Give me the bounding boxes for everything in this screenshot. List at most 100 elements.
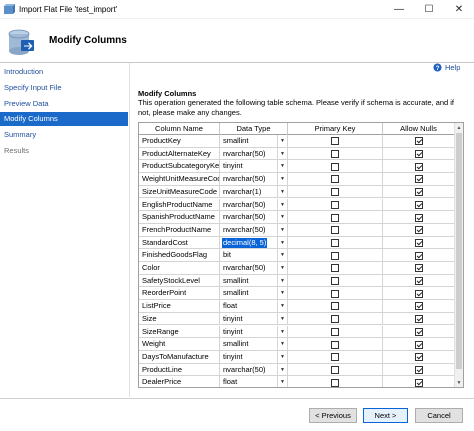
column-name-cell[interactable]: StandardCost <box>139 236 220 250</box>
chevron-down-icon[interactable]: ▼ <box>278 147 288 161</box>
column-name-cell[interactable]: WeightUnitMeasureCode <box>139 173 220 186</box>
data-type-value[interactable]: nvarchar(50) <box>222 225 267 235</box>
data-type-cell[interactable]: decimal(8, 5) <box>220 236 278 250</box>
data-type-cell[interactable]: float <box>220 300 278 313</box>
primary-key-checkbox[interactable] <box>331 289 339 298</box>
data-type-value[interactable]: nvarchar(50) <box>222 149 267 159</box>
data-type-cell[interactable]: smallint <box>220 287 278 301</box>
primary-key-checkbox[interactable] <box>331 378 339 387</box>
allow-nulls-checkbox[interactable] <box>414 353 423 362</box>
column-name-cell[interactable]: ReorderPoint <box>139 287 220 301</box>
allow-nulls-checkbox[interactable] <box>414 226 423 235</box>
data-type-cell[interactable]: nvarchar(50) <box>220 211 278 224</box>
allow-nulls-checkbox[interactable] <box>414 238 423 247</box>
primary-key-checkbox[interactable] <box>331 137 339 146</box>
column-name-cell[interactable]: ProductLine <box>139 363 220 377</box>
data-type-value[interactable]: float <box>222 377 238 387</box>
primary-key-checkbox[interactable] <box>331 251 339 260</box>
data-type-value[interactable]: bit <box>222 250 232 260</box>
data-type-cell[interactable]: nvarchar(50) <box>220 223 278 237</box>
column-name-cell[interactable]: ProductSubcategoryKey <box>139 160 220 174</box>
table-row[interactable]: FrenchProductName nvarchar(50) ▼ <box>139 223 455 237</box>
chevron-down-icon[interactable]: ▼ <box>278 223 288 237</box>
data-type-cell[interactable]: tinyint <box>220 160 278 174</box>
allow-nulls-checkbox[interactable] <box>414 213 423 222</box>
data-type-value[interactable]: nvarchar(50) <box>222 174 267 184</box>
table-row[interactable]: SpanishProductName nvarchar(50) ▼ <box>139 211 455 224</box>
chevron-down-icon[interactable]: ▼ <box>278 376 288 387</box>
allow-nulls-checkbox[interactable] <box>414 340 423 349</box>
table-row[interactable]: SafetyStockLevel smallint ▼ <box>139 274 455 288</box>
scroll-down-arrow[interactable]: ▼ <box>455 378 463 387</box>
data-type-cell[interactable]: smallint <box>220 338 278 351</box>
data-type-value[interactable]: float <box>222 301 238 311</box>
data-type-value[interactable]: smallint <box>222 136 249 146</box>
table-row[interactable]: ReorderPoint smallint ▼ <box>139 287 455 301</box>
column-name-cell[interactable]: SpanishProductName <box>139 211 220 224</box>
data-type-value[interactable]: smallint <box>222 288 249 298</box>
primary-key-checkbox[interactable] <box>331 327 339 336</box>
nav-item-specify-input-file[interactable]: Specify Input File <box>0 81 128 95</box>
primary-key-checkbox[interactable] <box>331 340 339 349</box>
cancel-button[interactable]: Cancel <box>415 408 463 423</box>
data-type-cell[interactable]: float <box>220 376 278 387</box>
column-name-cell[interactable]: FinishedGoodsFlag <box>139 249 220 262</box>
table-row[interactable]: ProductKey smallint ▼ <box>139 135 455 148</box>
chevron-down-icon[interactable]: ▼ <box>278 325 288 339</box>
primary-key-checkbox[interactable] <box>331 315 339 324</box>
data-type-value[interactable]: tinyint <box>222 314 244 324</box>
data-type-cell[interactable]: nvarchar(50) <box>220 198 278 212</box>
column-name-cell[interactable]: Weight <box>139 338 220 351</box>
data-type-value[interactable]: nvarchar(50) <box>222 200 267 210</box>
table-row[interactable]: ProductSubcategoryKey tinyint ▼ <box>139 160 455 174</box>
chevron-down-icon[interactable]: ▼ <box>278 160 288 174</box>
primary-key-checkbox[interactable] <box>331 302 339 311</box>
chevron-down-icon[interactable]: ▼ <box>278 312 288 326</box>
maximize-button[interactable]: ☐ <box>414 0 444 19</box>
data-type-value[interactable]: nvarchar(50) <box>222 263 267 273</box>
data-type-value[interactable]: tinyint <box>222 327 244 337</box>
help-label[interactable]: Help <box>445 63 460 72</box>
allow-nulls-checkbox[interactable] <box>414 378 423 387</box>
data-type-cell[interactable]: nvarchar(1) <box>220 185 278 199</box>
data-type-value[interactable]: nvarchar(50) <box>222 212 267 222</box>
table-row[interactable]: StandardCost decimal(8, 5) ▼ <box>139 236 455 250</box>
table-row[interactable]: SizeUnitMeasureCode nvarchar(1) ▼ <box>139 185 455 199</box>
next-button[interactable]: Next > <box>363 408 408 423</box>
nav-item-modify-columns[interactable]: Modify Columns <box>0 112 128 126</box>
allow-nulls-checkbox[interactable] <box>414 277 423 286</box>
chevron-down-icon[interactable]: ▼ <box>278 173 288 186</box>
column-name-cell[interactable]: ProductAlternateKey <box>139 147 220 161</box>
table-row[interactable]: ListPrice float ▼ <box>139 300 455 313</box>
chevron-down-icon[interactable]: ▼ <box>278 262 288 275</box>
minimize-button[interactable]: — <box>384 0 414 19</box>
data-type-value[interactable]: smallint <box>222 276 249 286</box>
primary-key-checkbox[interactable] <box>331 162 339 171</box>
table-row[interactable]: ProductLine nvarchar(50) ▼ <box>139 363 455 377</box>
allow-nulls-checkbox[interactable] <box>414 315 423 324</box>
allow-nulls-checkbox[interactable] <box>414 200 423 209</box>
data-type-value[interactable]: tinyint <box>222 161 244 171</box>
help-link[interactable]: ? Help <box>433 63 460 72</box>
table-row[interactable]: DaysToManufacture tinyint ▼ <box>139 350 455 364</box>
allow-nulls-checkbox[interactable] <box>414 137 423 146</box>
table-row[interactable]: Color nvarchar(50) ▼ <box>139 262 455 275</box>
allow-nulls-checkbox[interactable] <box>414 150 423 159</box>
data-type-cell[interactable]: tinyint <box>220 325 278 339</box>
primary-key-checkbox[interactable] <box>331 238 339 247</box>
chevron-down-icon[interactable]: ▼ <box>278 185 288 199</box>
primary-key-checkbox[interactable] <box>331 200 339 209</box>
chevron-down-icon[interactable]: ▼ <box>278 135 288 148</box>
chevron-down-icon[interactable]: ▼ <box>278 198 288 212</box>
table-row[interactable]: DealerPrice float ▼ <box>139 376 455 387</box>
column-name-cell[interactable]: Color <box>139 262 220 275</box>
chevron-down-icon[interactable]: ▼ <box>278 300 288 313</box>
data-type-cell[interactable]: nvarchar(50) <box>220 147 278 161</box>
data-type-cell[interactable]: nvarchar(50) <box>220 363 278 377</box>
allow-nulls-checkbox[interactable] <box>414 264 423 273</box>
primary-key-checkbox[interactable] <box>331 188 339 197</box>
column-name-cell[interactable]: ProductKey <box>139 135 220 148</box>
primary-key-checkbox[interactable] <box>331 213 339 222</box>
nav-item-preview-data[interactable]: Preview Data <box>0 97 128 111</box>
column-name-cell[interactable]: ListPrice <box>139 300 220 313</box>
